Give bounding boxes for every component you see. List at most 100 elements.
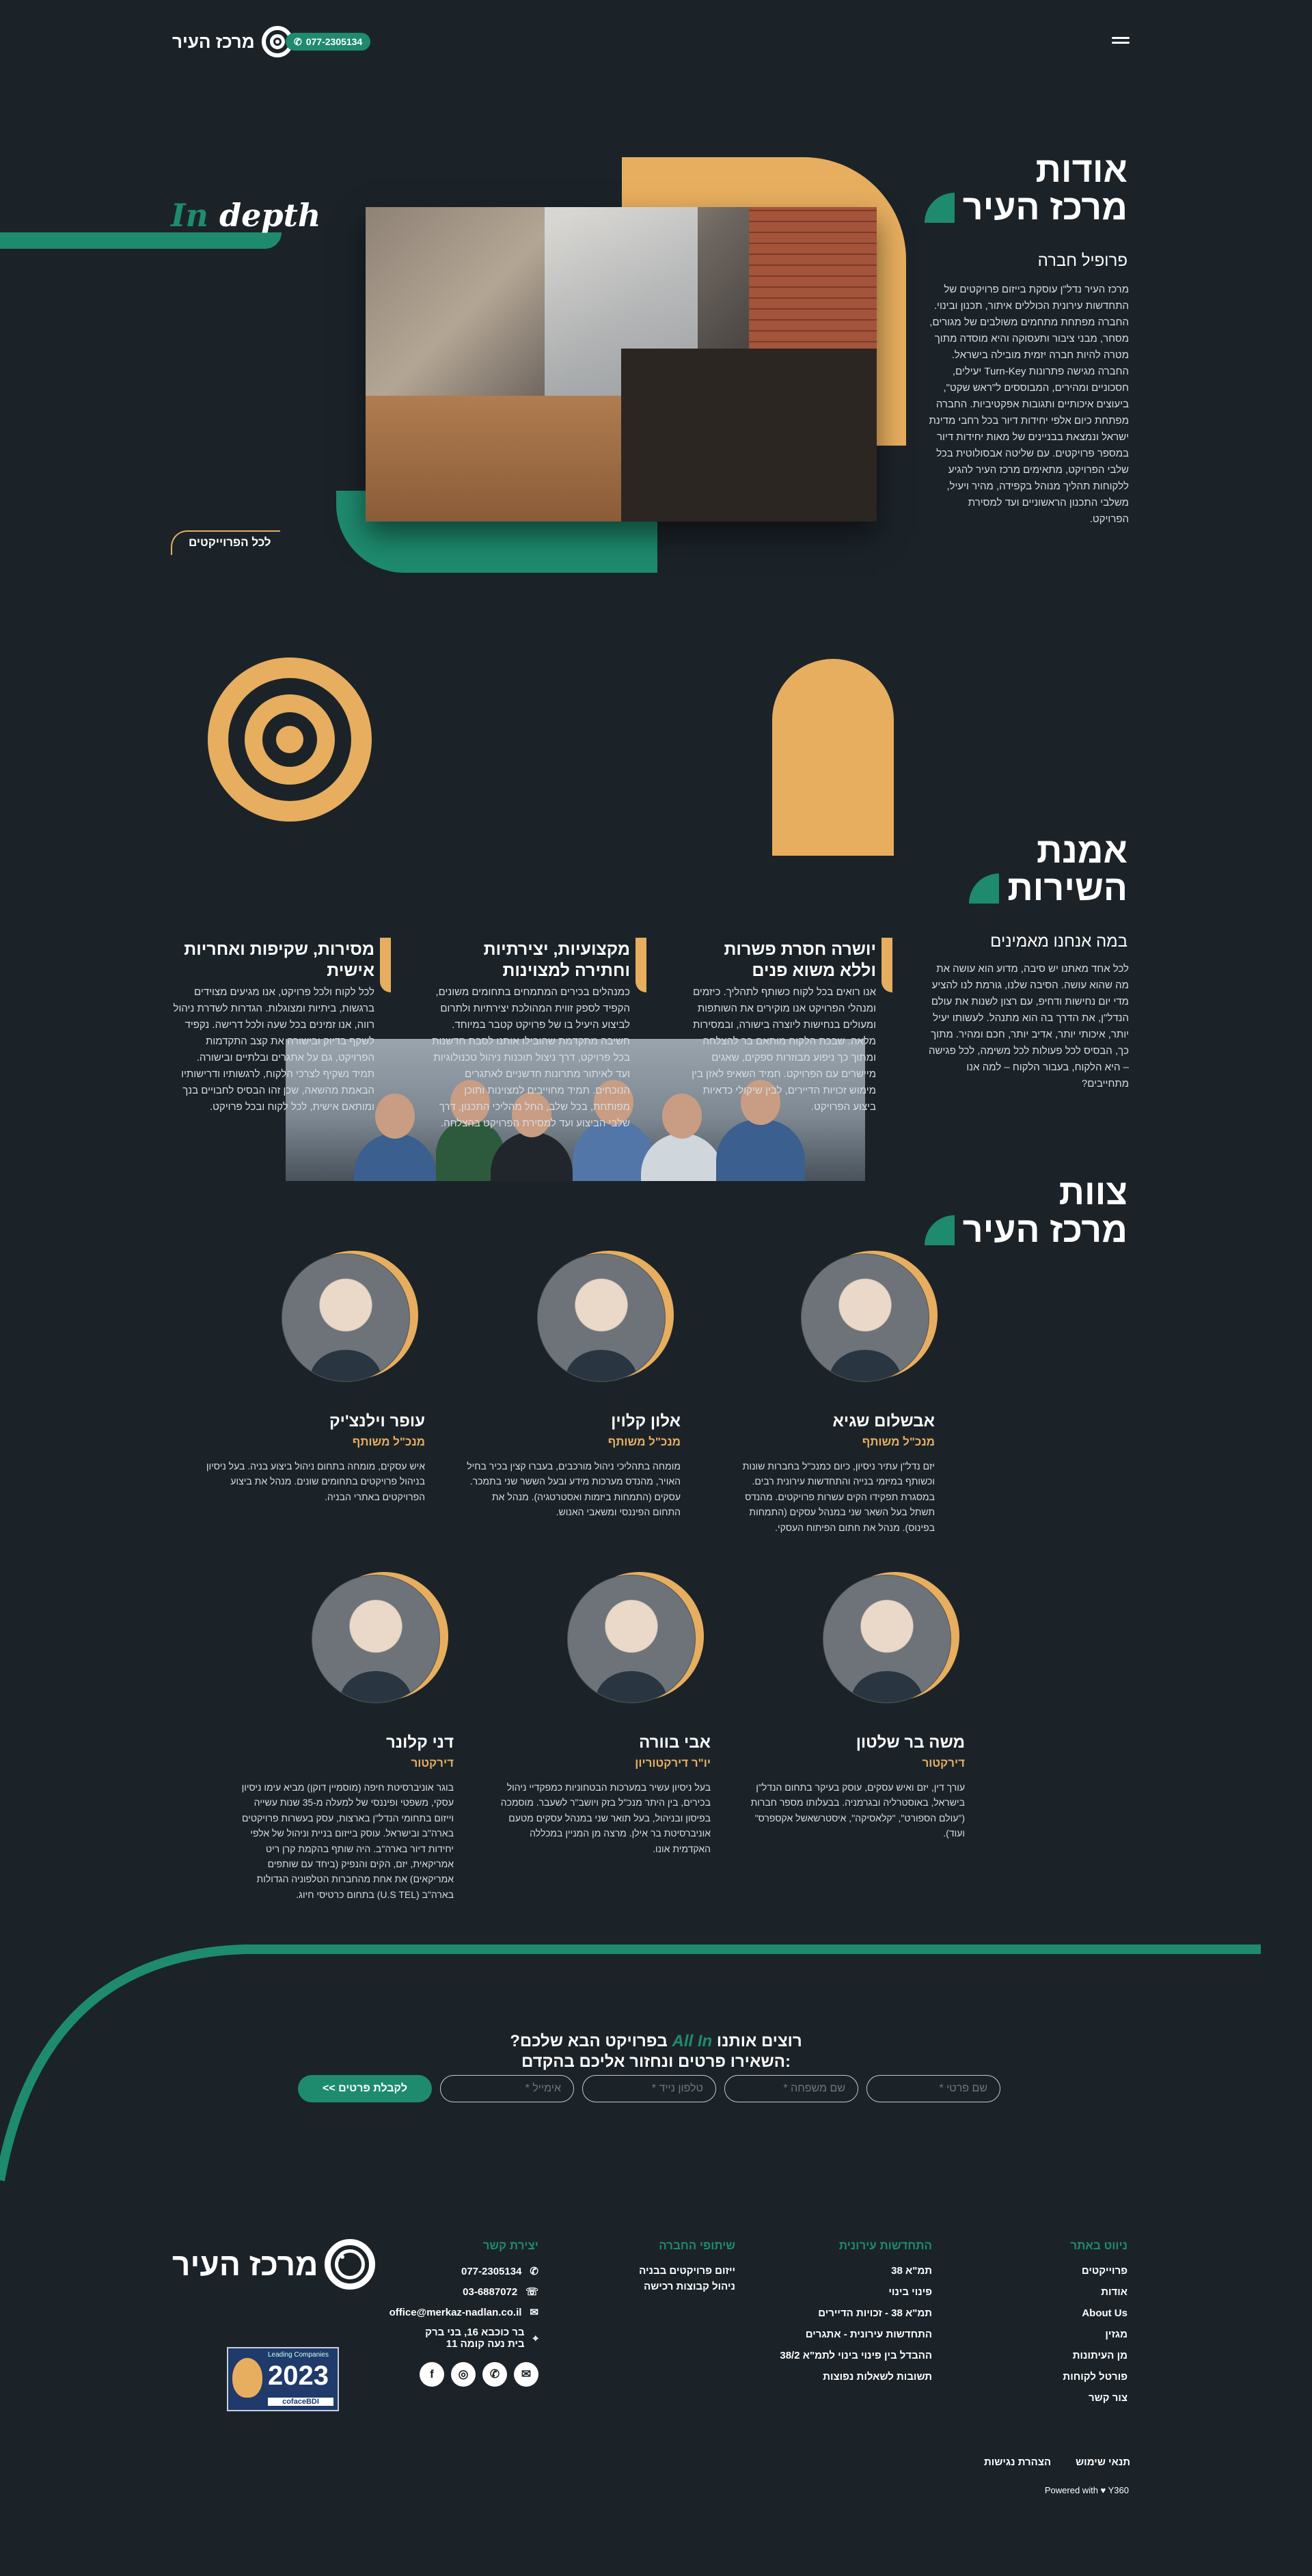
footer-urban-title: התחדשות עירונית — [838, 2239, 932, 2252]
team-member-info: משה בר שלטון דירקטור עורך דין, יזם ואיש … — [746, 1733, 965, 1841]
footer-link[interactable]: אודות — [1011, 2286, 1128, 2298]
about-title-line1: אודות — [1035, 150, 1128, 190]
footer-link[interactable]: תמ"א 38 - זכויות הדיירים — [752, 2307, 932, 2319]
avatar — [823, 1575, 951, 1703]
team-title-line1: צוות — [1058, 1173, 1128, 1212]
footer-contact: יצירת קשר ✆ 077-2305134 ☏ 03-6887072 ✉ o… — [362, 2239, 538, 2387]
team-member-info: אבשלום שגיא מנכ"ל משותף יזם נדל"ן עתיר נ… — [718, 1412, 935, 1535]
in-depth-word: depth — [219, 197, 321, 234]
footer-link[interactable]: מגזין — [1011, 2329, 1128, 2340]
service-title-line2: השירות — [1007, 868, 1128, 908]
footer-link[interactable]: מן העיתונות — [1011, 2350, 1128, 2361]
footer-nav: ניווט באתר פרוייקטים אודות About Us מגזי… — [1011, 2239, 1128, 2413]
service-col-body: לכל לקוח ולכל פרויקט, אנו מגיעים מצוידים… — [173, 986, 375, 1113]
submit-button[interactable]: לקבלת פרטים >> — [298, 2075, 432, 2102]
team-member-info: דני קלונר דירקטור בוגר אוניברסיטת חיפה (… — [236, 1733, 454, 1902]
leaf-icon — [924, 1215, 955, 1245]
logo-text: מרכז העיר — [172, 31, 255, 52]
contact-title-prefix: רוצים אותנו — [716, 2032, 802, 2050]
service-title: אמנת השירות — [922, 832, 1128, 907]
contact-title-suffix: בפרויקט הבא שלכם? — [510, 2032, 668, 2050]
badge-brand: cofaceBDI — [268, 2398, 333, 2406]
footer-urban: התחדשות עירונית תמ"א 38 פינוי בינוי תמ"א… — [752, 2239, 932, 2392]
footer-address: ⌖ בר כוכבא 16, בני ברק בית נעה קומה 11 — [362, 2327, 538, 2350]
mobile-input[interactable] — [582, 2075, 716, 2102]
header-phone-number: 077-2305134 — [305, 36, 363, 47]
phone-icon: ✆ — [530, 2266, 538, 2277]
service-col-title: מקצועיות, יצירתיות וחתירה למצוינות — [483, 940, 630, 981]
about-title: אודות מרכז העיר — [922, 152, 1128, 226]
location-pin-icon: ⌖ — [532, 2332, 538, 2344]
footer-phone2[interactable]: ☏ 03-6887072 — [362, 2286, 538, 2299]
service-col-title: מסירות, שקיפות ואחריות אישית — [184, 940, 374, 981]
avatar — [312, 1575, 440, 1703]
footer-phone1[interactable]: ✆ 077-2305134 — [362, 2265, 538, 2278]
footer-address-line1: בר כוכבא 16, בני ברק — [425, 2327, 525, 2338]
member-role: דירקטור — [922, 1757, 965, 1770]
about-subtitle: פרופיל חברה — [1037, 252, 1128, 270]
member-name: אבי בוורה — [639, 1733, 711, 1752]
in-depth-heading: In depth — [171, 197, 320, 234]
office-photo — [366, 207, 877, 521]
bdi-badge: Leading Companies 2023 cofaceBDI — [227, 2347, 339, 2411]
contact-title-accent: All In — [672, 2032, 713, 2050]
footer-link[interactable]: פינוי בינוי — [752, 2286, 932, 2298]
facebook-icon[interactable]: f — [420, 2362, 444, 2387]
footer-link[interactable]: ניהול קבוצות רכישה — [601, 2281, 735, 2292]
footer-link[interactable]: פרוייקטים — [1011, 2265, 1128, 2277]
member-bio: עורך דין, יזם ואיש עסקים, עוסק בעיקר בתח… — [750, 1782, 965, 1839]
footer-email-text: office@merkaz-nadlan.co.il — [389, 2306, 522, 2318]
footer-link[interactable]: ההבדל בין פינוי בינוי לתמ"א 38/2 — [752, 2350, 932, 2361]
header-phone[interactable]: ✆ 077-2305134 — [286, 33, 371, 51]
footer-contact-title: יצירת קשר — [482, 2239, 538, 2252]
social-icons: f ◎ ✆ ✉ — [362, 2362, 538, 2387]
footer-partners-title: שיתופי החברה — [659, 2239, 735, 2252]
footer-logo[interactable]: מרכז העיר — [172, 2239, 376, 2290]
avatar — [801, 1253, 929, 1382]
accessibility-link[interactable]: הצהרת נגישות — [984, 2456, 1051, 2468]
footer-link[interactable]: ייזום פרויקטים בבניה — [601, 2265, 735, 2277]
hamburger-icon[interactable] — [1112, 34, 1130, 46]
team-member-info: אבי בוורה יו"ר דירקטוריון בעל ניסיון עשי… — [493, 1733, 711, 1856]
mail-icon[interactable]: ✉ — [514, 2362, 538, 2387]
instagram-icon[interactable]: ◎ — [451, 2362, 476, 2387]
first-name-input[interactable] — [866, 2075, 1000, 2102]
member-name: משה בר שלטון — [856, 1733, 965, 1752]
member-role: מנכ"ל משותף — [862, 1435, 935, 1448]
mail-icon: ✉ — [530, 2307, 538, 2318]
footer-link[interactable]: פורטל לקוחות — [1011, 2371, 1128, 2383]
powered-by[interactable]: Powered with ♥ Y360 — [1025, 2485, 1129, 2495]
team-title: צוות מרכז העיר — [922, 1174, 1128, 1249]
contact-title-line2: השאירו פרטים ונחזור אליכם בהקדם: — [521, 2052, 791, 2071]
all-projects-link[interactable]: לכל הפרוייקטים — [189, 536, 271, 550]
footer-nav-title: ניווט באתר — [1070, 2239, 1128, 2252]
avatar — [537, 1253, 666, 1382]
footer-link[interactable]: תשובות לשאלות נפוצות — [752, 2371, 932, 2383]
team-member-card — [312, 1572, 448, 1703]
team-member-card — [282, 1251, 418, 1382]
about-body: מרכז העיר נדל"ן עוסקת בייזום פרויקטים של… — [929, 284, 1129, 525]
footer-email[interactable]: ✉ office@merkaz-nadlan.co.il — [362, 2306, 538, 2319]
site-logo[interactable]: מרכז העיר — [172, 26, 293, 57]
footer-link[interactable]: About Us — [1011, 2307, 1128, 2319]
service-col-body: אנו רואים בכל לקוח כשותף לתהליך. כיזמים … — [692, 986, 876, 1113]
team-title-line2: מרכז העיר — [962, 1210, 1128, 1250]
footer-link[interactable]: התחדשות עירונית - אתגרים — [752, 2329, 932, 2340]
member-name: אבשלום שגיא — [832, 1412, 935, 1431]
team-member-card — [823, 1572, 959, 1703]
member-bio: בוגר אוניברסיטת חיפה (מוסמיין דוקן) מביא… — [241, 1782, 454, 1900]
terms-link[interactable]: תנאי שימוש — [1076, 2456, 1130, 2468]
in-depth-prefix: In — [171, 197, 208, 234]
last-name-input[interactable] — [724, 2075, 858, 2102]
footer-link[interactable]: צור קשר — [1011, 2392, 1128, 2404]
footer-link[interactable]: תמ"א 38 — [752, 2265, 932, 2277]
target-logo-icon — [208, 657, 372, 822]
member-bio: יזם נדל"ן עתיר ניסיון, כיום כמנכ"ל בחברו… — [742, 1461, 935, 1533]
whatsapp-icon[interactable]: ✆ — [482, 2362, 507, 2387]
member-role: מנכ"ל משותף — [352, 1435, 425, 1448]
email-input[interactable] — [440, 2075, 574, 2102]
in-depth-bar — [0, 232, 282, 249]
service-intro-body: לכל אחד מאתנו יש סיבה, מדוע הוא עושה את … — [929, 963, 1129, 1089]
member-name: דני קלונר — [385, 1733, 454, 1752]
member-role: דירקטור — [411, 1757, 454, 1770]
